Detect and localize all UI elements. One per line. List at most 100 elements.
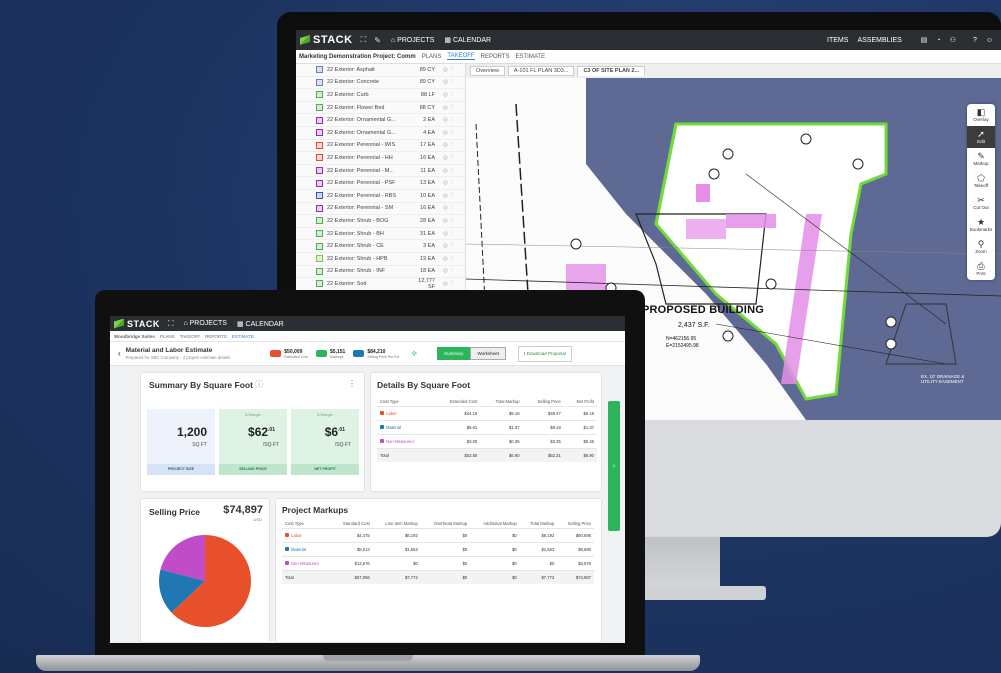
expand-icon[interactable]: ⛶ [361, 35, 367, 45]
material-list-item[interactable]: 22 Exterior: Curb 88 LF ◎ ⋮ [296, 89, 465, 102]
visibility-icon[interactable]: ◎ ⋮ [443, 218, 455, 224]
laptop-app-logo[interactable]: STACK [114, 318, 160, 329]
visibility-icon[interactable]: ◎ ⋮ [443, 142, 455, 148]
app-logo[interactable]: STACK [300, 34, 353, 46]
material-list-item[interactable]: 22 Exterior: Shrub - HPB 19 EA ◎ ⋮ [296, 253, 465, 266]
info-icon[interactable]: ⓘ [255, 379, 263, 390]
visibility-icon[interactable]: ◎ ⋮ [443, 155, 455, 161]
tool-edit[interactable]: ➚ Edit [967, 126, 995, 148]
laptop-tab-reports[interactable]: REPORTS [205, 334, 227, 339]
material-list-item[interactable]: 22 Exterior: Concrete 89 CY ◎ ⋮ [296, 77, 465, 90]
visibility-icon[interactable]: ◎ ⋮ [443, 105, 455, 111]
visibility-icon[interactable]: ◎ ⋮ [443, 92, 455, 98]
users-icon[interactable]: ⚇ [950, 36, 956, 44]
table-cell: $1,553 [372, 541, 421, 556]
pdf-tab-site-plan[interactable]: C3 OF SITE PLAN 2... [577, 66, 646, 76]
laptop-nav-calendar[interactable]: ▦ CALENDAR [237, 320, 284, 328]
material-swatch-icon [316, 230, 323, 238]
nav-projects[interactable]: ⌂ PROJECTS [391, 37, 435, 44]
visibility-icon[interactable]: ◎ ⋮ [443, 168, 455, 174]
table-cell: $1.37 [480, 419, 523, 434]
markups-title: Project Markups [282, 505, 349, 515]
nav-assemblies[interactable]: ASSEMBLIES [857, 37, 901, 44]
material-list-item[interactable]: 22 Exterior: Perennial - HH 16 EA ◎ ⋮ [296, 152, 465, 165]
account-icon[interactable]: ☺ [986, 37, 993, 44]
table-cell: $6,192 [519, 527, 558, 542]
visibility-icon[interactable]: ◎ ⋮ [443, 79, 455, 85]
tool-print[interactable]: ⎙ Print [967, 258, 995, 280]
material-list-item[interactable]: 22 Exterior: Ornamental G... 2 EA ◎ ⋮ [296, 114, 465, 127]
material-list-item[interactable]: 22 Exterior: Ornamental G... 4 EA ◎ ⋮ [296, 127, 465, 140]
toggle-summary[interactable]: Summary [437, 347, 471, 360]
material-list-item[interactable]: 22 Exterior: Perennial - PSF 13 EA ◎ ⋮ [296, 177, 465, 190]
markups-table: Cost Type Standard Cost Line Item Markup Ov… [282, 519, 594, 584]
scissors-icon: ✂ [977, 195, 985, 205]
visibility-icon[interactable]: ◎ ⋮ [443, 130, 455, 136]
tool-markup[interactable]: ✎ Markup [967, 148, 995, 170]
visibility-icon[interactable]: ◎ ⋮ [443, 268, 455, 274]
visibility-icon[interactable]: ◎ ⋮ [443, 231, 455, 237]
tool-cutout[interactable]: ✂ Cut Out [967, 192, 995, 214]
nav-items[interactable]: ITEMS [827, 37, 848, 44]
material-list-item[interactable]: 22 Exterior: Perennial - SM 16 EA ◎ ⋮ [296, 203, 465, 216]
visibility-icon[interactable]: ◎ ⋮ [443, 193, 455, 199]
material-list-item[interactable]: 22 Exterior: Perennial - M... 11 EA ◎ ⋮ [296, 165, 465, 178]
tool-takeoff[interactable]: ⬠ Takeoff [967, 170, 995, 192]
visibility-icon[interactable]: ◎ ⋮ [443, 205, 455, 211]
visibility-icon[interactable]: ◎ ⋮ [443, 117, 455, 123]
material-list-item[interactable]: 22 Exterior: Flower Bed 88 CY ◎ ⋮ [296, 102, 465, 115]
visibility-icon[interactable]: ◎ ⋮ [443, 180, 455, 186]
pdf-tab-floor-plan[interactable]: A-101 FL PLAN 3D3... [507, 66, 575, 76]
help-icon[interactable]: ? [973, 37, 977, 44]
table-cell: $74,897 [557, 569, 594, 584]
bell-icon[interactable]: ◔ [936, 37, 940, 44]
table-row: Material $8,013 $1,553 $0 $0 $1,553 $9,580 [282, 541, 594, 556]
stat-selling-price: $84,210 Selling Price Per Ext [353, 349, 399, 359]
visibility-icon[interactable]: ◎ ⋮ [443, 256, 455, 262]
material-qty: 89 CY [419, 79, 435, 86]
material-name: 22 Exterior: Perennial - WIS [327, 142, 396, 149]
material-list-item[interactable]: 22 Exterior: Perennial - WIS 17 EA ◎ ⋮ [296, 140, 465, 153]
material-list-item[interactable]: 22 Exterior: Shrub - CE 3 EA ◎ ⋮ [296, 240, 465, 253]
table-cell: $60,695 [557, 527, 594, 542]
material-list-item[interactable]: 22 Exterior: Shrub - BOG 28 EA ◎ ⋮ [296, 215, 465, 228]
edit-icon[interactable]: ✎ [374, 36, 381, 45]
material-list-item[interactable]: 22 Exterior: Shrub - BH 31 EA ◎ ⋮ [296, 228, 465, 241]
tab-estimate[interactable]: ESTIMATE [516, 54, 546, 60]
tool-bookmarks[interactable]: ★ Bookmarks [967, 214, 995, 236]
toggle-worksheet[interactable]: Worksheet [470, 347, 506, 360]
material-swatch-icon [316, 179, 323, 187]
more-options-icon[interactable]: ⋮ [348, 379, 356, 388]
laptop-tab-takeoff[interactable]: TAKEOFF [180, 334, 200, 339]
back-arrow-icon[interactable]: ‹ [118, 349, 121, 358]
material-swatch-icon [316, 255, 323, 263]
material-list-item[interactable]: 22 Exterior: Asphalt 89 CY ◎ ⋮ [296, 64, 465, 77]
laptop-nav-projects[interactable]: ⌂ PROJECTS [183, 320, 227, 327]
visibility-icon[interactable]: ◎ ⋮ [443, 281, 455, 287]
collapse-panel-button[interactable]: › [608, 401, 620, 531]
table-cell: $3.35 [522, 433, 564, 448]
material-list-item[interactable]: 22 Exterior: Sod 12,777 SF ◎ ⋮ [296, 278, 465, 291]
tab-reports[interactable]: REPORTS [481, 54, 510, 60]
material-qty: 19 EA [420, 255, 435, 262]
tool-zoom[interactable]: ⚲ Zoom [967, 236, 995, 258]
tool-overlay[interactable]: ◧ Overlay [967, 104, 995, 126]
expand-icon[interactable]: ⛶ [168, 319, 174, 329]
table-row: Labor $44.19 $5.18 $49.37 $5.18 [377, 405, 597, 420]
visibility-icon[interactable]: ◎ ⋮ [443, 67, 455, 73]
material-name: 22 Exterior: Concrete [327, 79, 379, 86]
pdf-tab-overview[interactable]: Overview [470, 66, 505, 76]
visibility-icon[interactable]: ◎ ⋮ [443, 243, 455, 249]
download-proposal-button[interactable]: ⭳ Download Proposal [517, 345, 572, 362]
plan-toolbox: ◧ Overlay ➚ Edit ✎ Markup ⬠ Takeoff ✂ Cut Out… [967, 104, 995, 280]
calendar-icon[interactable]: ▤ [921, 36, 928, 44]
markups-card: Project Markups Cost Type Standard Cost Li… [275, 498, 602, 643]
material-list-item[interactable]: 22 Exterior: Perennial - RBS 10 EA ◎ ⋮ [296, 190, 465, 203]
chart-share-icon[interactable]: ⟡ [411, 348, 417, 359]
tab-plans[interactable]: PLANS [422, 54, 442, 60]
laptop-tab-plans[interactable]: PLANS [160, 334, 175, 339]
material-list-item[interactable]: 22 Exterior: Shrub - INF 18 EA ◎ ⋮ [296, 266, 465, 279]
tab-takeoff[interactable]: TAKEOFF [447, 53, 475, 60]
laptop-tab-estimate[interactable]: ESTIMATE [232, 334, 254, 339]
nav-calendar[interactable]: ▦ CALENDAR [444, 36, 491, 44]
